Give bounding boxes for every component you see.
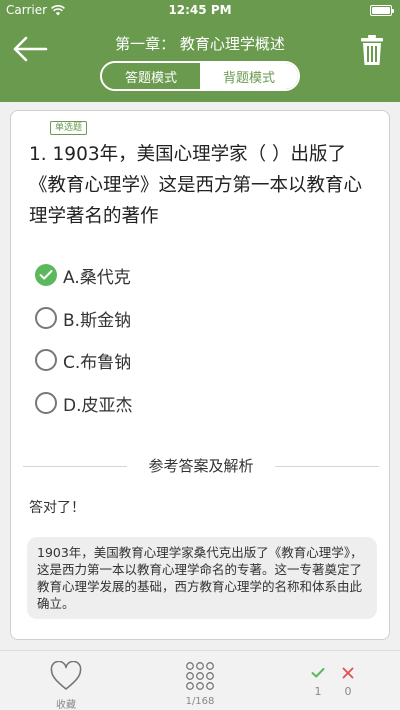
option-label: C.布鲁钠 (63, 352, 132, 373)
radio-circle-icon (35, 349, 57, 371)
checkmark-circle-icon (35, 264, 57, 286)
header: 第一章： 教育心理学概述 答题模式 背题模式 (0, 20, 400, 102)
explanation-box: 1903年，美国教育心理学家桑代克出版了《教育心理学》，这是西力第一本以教育心理… (27, 537, 377, 619)
question-grid-button[interactable]: 1/168 (180, 659, 220, 707)
back-button[interactable] (12, 36, 52, 66)
bottom-bar: 收藏 1/168 1 0 (0, 650, 400, 710)
question-text: 1. 1903年，美国心理学家（ ）出版了《教育心理学》这是西方第一本以教育心理… (29, 144, 363, 227)
grid-dots-icon (186, 662, 214, 690)
tab-answer-mode[interactable]: 答题模式 (102, 63, 200, 89)
correct-count: 1 (314, 685, 322, 698)
question-type-badge: 单选题 (50, 121, 88, 135)
battery-icon (370, 5, 394, 16)
status-time: 12:45 PM (168, 3, 232, 17)
divider-line (275, 466, 379, 467)
analysis-divider: 参考答案及解析 (23, 456, 379, 476)
option-d[interactable]: D.皮亚杰 (35, 388, 133, 418)
option-label: A.桑代克 (63, 267, 131, 288)
delete-button[interactable] (360, 34, 386, 68)
option-label: D.皮亚杰 (63, 395, 133, 416)
page-title: 第一章： 教育心理学概述 (115, 35, 285, 53)
mode-toggle: 答题模式 背题模式 (100, 61, 300, 91)
cross-icon (342, 667, 354, 679)
tab-memorize-mode[interactable]: 背题模式 (200, 63, 298, 89)
trash-icon (361, 35, 383, 65)
radio-circle-icon (35, 392, 57, 414)
question-card: 单选题 1. 1903年，美国心理学家（ ）出版了《教育心理学》这是西方第一本以… (10, 110, 390, 640)
option-label: B.斯金钠 (63, 310, 132, 331)
progress-label: 1/168 (185, 696, 215, 707)
option-b[interactable]: B.斯金钠 (35, 303, 131, 333)
radio-circle-icon (35, 307, 57, 329)
result-text: 答对了！ (29, 500, 85, 516)
heart-icon (50, 661, 82, 690)
check-icon (311, 668, 325, 678)
option-c[interactable]: C.布鲁钠 (35, 345, 131, 375)
arrow-left-icon (13, 36, 48, 62)
option-a[interactable]: A.桑代克 (35, 260, 131, 290)
wrong-count: 0 (344, 685, 352, 698)
status-bar: Carrier 12:45 PM (0, 0, 400, 20)
explanation-text: 1903年，美国教育心理学家桑代克出版了《教育心理学》，这是西力第一本以教育心理… (37, 545, 363, 611)
favorite-button[interactable]: 收藏 (46, 659, 86, 710)
favorite-label: 收藏 (56, 700, 76, 710)
